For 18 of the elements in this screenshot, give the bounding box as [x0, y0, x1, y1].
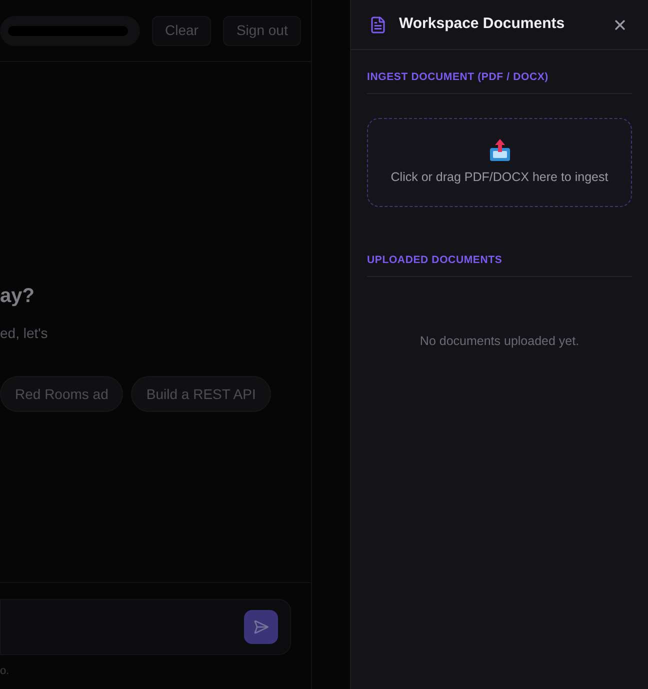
- suggestion-chip[interactable]: Red Rooms ad: [0, 376, 124, 412]
- dropzone-text: Click or drag PDF/DOCX here to ingest: [390, 168, 608, 186]
- footnote: o.: [0, 664, 10, 678]
- empty-list-text: No documents uploaded yet.: [418, 332, 580, 350]
- suggestion-chip[interactable]: Build a REST API: [131, 376, 271, 412]
- header-button[interactable]: Sign out: [223, 16, 301, 46]
- panel-title: Workspace Documents: [399, 14, 565, 34]
- section-label: UPLOADED DOCUMENTS: [367, 252, 632, 276]
- section-label: INGEST DOCUMENT (PDF / DOCX): [367, 70, 632, 94]
- upload-dropzone[interactable]: Click or drag PDF/DOCX here to ingest: [367, 118, 632, 207]
- welcome-heading: ay?: [0, 284, 36, 308]
- message-input[interactable]: [0, 598, 291, 654]
- upload-tray-icon: [488, 138, 510, 162]
- welcome-subtext: ed, let's: [0, 324, 49, 343]
- send-button[interactable]: [244, 610, 278, 644]
- send-icon: [253, 618, 269, 634]
- header-button[interactable]: Clear: [152, 16, 212, 46]
- document-icon: [369, 16, 387, 34]
